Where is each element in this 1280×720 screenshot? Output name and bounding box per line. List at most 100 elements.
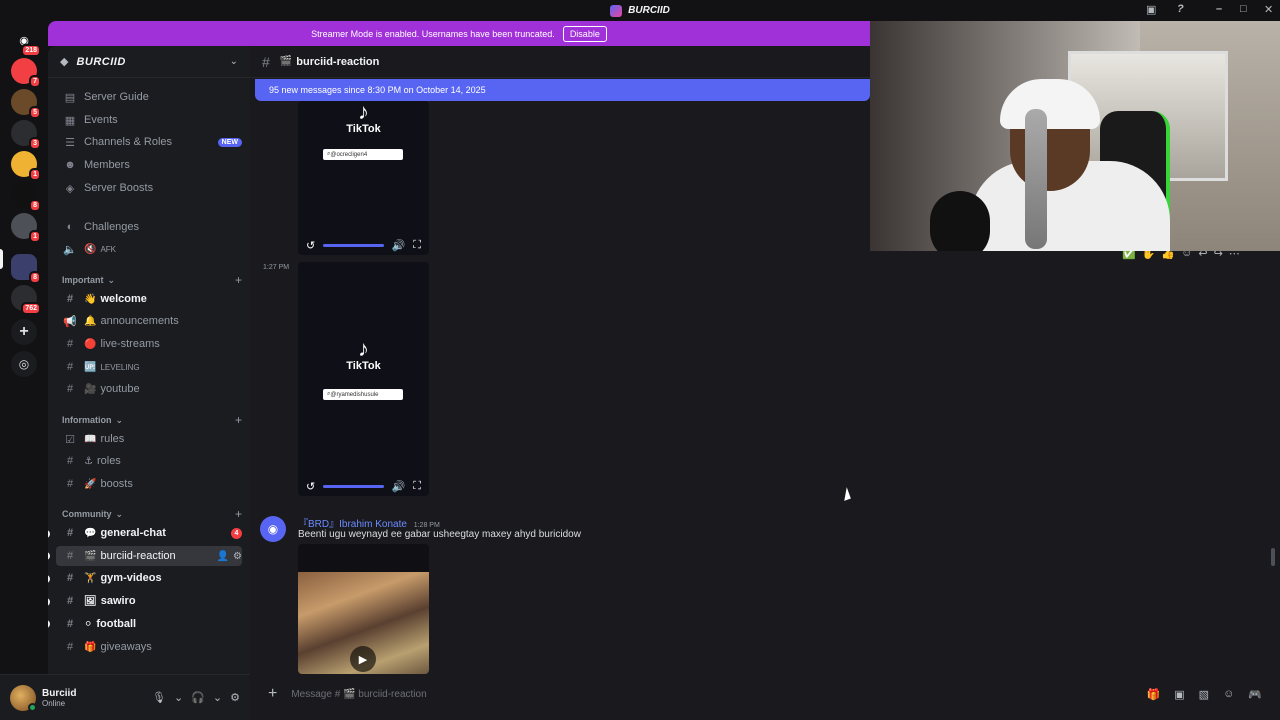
webcam-overlay bbox=[870, 21, 1280, 251]
sidebar-item-members[interactable]: ☻ Members bbox=[56, 155, 242, 175]
disable-streamer-mode-button[interactable]: Disable bbox=[562, 25, 607, 42]
chevron-down-icon[interactable]: ⌄ bbox=[174, 691, 183, 704]
inbox-icon[interactable]: ▣ bbox=[1146, 3, 1156, 16]
channel-leveling[interactable]: # 🆙 LEVELING bbox=[56, 357, 242, 377]
server-icon[interactable]: 1 bbox=[11, 151, 41, 181]
channel-football[interactable]: # ⚪ football bbox=[56, 614, 242, 634]
message-content: Beenti ugu weynayd ee gabar usheegtay ma… bbox=[298, 529, 581, 540]
channel-general-chat[interactable]: # 💬 general-chat 4 bbox=[56, 523, 242, 543]
message-timestamp: 1:28 PM bbox=[413, 522, 440, 529]
video-controls: ↺ 🔊 ⛶ bbox=[298, 235, 429, 255]
hash-icon: # bbox=[66, 527, 74, 539]
server-icon[interactable]: 5 bbox=[11, 89, 41, 119]
add-channel-icon[interactable]: + bbox=[235, 507, 242, 521]
close-icon[interactable]: ✕ bbox=[1264, 3, 1273, 16]
emoji-icon[interactable]: ☺ bbox=[1223, 688, 1234, 701]
sidebar-item-challenges[interactable]: ◐ Challenges bbox=[56, 217, 242, 237]
channel-live-streams[interactable]: # 🔴 live-streams bbox=[56, 334, 242, 354]
invite-icon[interactable]: 👤 bbox=[217, 551, 229, 562]
channel-label: LEVELING bbox=[100, 362, 140, 372]
volume-slider[interactable] bbox=[323, 484, 384, 488]
user-settings-gear-icon[interactable]: ⚙ bbox=[230, 691, 240, 704]
avatar[interactable]: ◉ bbox=[260, 516, 286, 542]
video-controls: ↺ 🔊 ⛶ bbox=[298, 476, 429, 496]
channel-welcome[interactable]: # 👋 welcome bbox=[56, 289, 242, 309]
gear-icon[interactable]: ⚙ bbox=[233, 551, 242, 562]
server-icon-burciid[interactable]: 8 bbox=[11, 254, 41, 284]
new-badge: NEW bbox=[217, 137, 242, 147]
sticker-icon[interactable]: ▧ bbox=[1199, 688, 1209, 701]
scrollbar[interactable] bbox=[1271, 548, 1275, 566]
channel-emoji: 🔴 bbox=[84, 338, 97, 350]
channel-gym-videos[interactable]: # 🏋 gym-videos bbox=[56, 568, 242, 588]
sidebar-item-events[interactable]: ▦ Events bbox=[56, 110, 242, 130]
channel-announcements[interactable]: 📢 🔔 announcements bbox=[56, 311, 242, 331]
microphone-icon[interactable]: 🎙 bbox=[152, 691, 166, 704]
avatar[interactable] bbox=[10, 684, 37, 712]
video-attachment[interactable]: ♪ TikTok ⌕ @ocrecligen4 ↺ 🔊 ⛶ bbox=[298, 101, 429, 255]
server-badge: 762 bbox=[21, 302, 41, 315]
server-icon[interactable]: 3 bbox=[11, 120, 41, 150]
tiktok-note-icon: ♪ bbox=[358, 101, 369, 124]
gift-icon[interactable]: 🎁 bbox=[1147, 688, 1161, 701]
video-attachment[interactable]: ♪ TikTok ⌕ @ryamedishusule ↺ 🔊 ⛶ bbox=[298, 262, 429, 496]
hash-icon: # bbox=[66, 478, 74, 490]
chevron-down-icon[interactable]: ⌄ bbox=[213, 691, 222, 704]
add-channel-icon[interactable]: + bbox=[235, 273, 242, 287]
channel-label: youtube bbox=[100, 383, 140, 395]
video-attachment[interactable]: ▶ bbox=[298, 544, 429, 674]
fullscreen-icon[interactable]: ⛶ bbox=[413, 239, 421, 252]
channel-sawiro[interactable]: # 🖼 sawiro bbox=[56, 591, 242, 611]
maximize-icon[interactable]: □ bbox=[1240, 3, 1247, 15]
help-icon[interactable]: ? bbox=[1177, 3, 1184, 15]
server-icon[interactable]: 762 bbox=[11, 285, 41, 315]
channel-youtube[interactable]: # 🎥 youtube bbox=[56, 379, 242, 399]
streamer-mode-text: Streamer Mode is enabled. Usernames have… bbox=[311, 28, 555, 39]
volume-icon[interactable]: 🔊 bbox=[392, 239, 406, 252]
volume-slider[interactable] bbox=[323, 243, 384, 247]
apps-icon[interactable]: 🎮 bbox=[1248, 688, 1262, 701]
channel-label: giveaways bbox=[100, 641, 152, 653]
server-icon[interactable]: 1 bbox=[11, 213, 41, 243]
username: Burciid bbox=[42, 687, 77, 699]
channel-emoji: 📖 bbox=[84, 433, 97, 445]
add-channel-icon[interactable]: + bbox=[235, 413, 242, 427]
calendar-icon: ▦ bbox=[64, 114, 76, 127]
app-logo-icon bbox=[610, 4, 623, 17]
direct-messages-button[interactable]: ◉ 218 bbox=[11, 27, 41, 57]
category-information[interactable]: Information ⌄ + bbox=[62, 412, 242, 428]
voice-channel-afk[interactable]: 🔈 🔇 AFK bbox=[56, 239, 242, 259]
sidebar-item-server-boosts[interactable]: ◈ Server Boosts bbox=[56, 178, 242, 198]
server-badge: 1 bbox=[29, 230, 41, 243]
online-status-icon bbox=[28, 702, 37, 712]
category-community[interactable]: Community ⌄ + bbox=[62, 506, 242, 522]
guild-header[interactable]: ◆ BURCIID ⌄ bbox=[48, 46, 250, 78]
server-icon[interactable]: 7 bbox=[11, 58, 41, 88]
sidebar-item-channels-roles[interactable]: ☰ Channels & Roles NEW bbox=[56, 132, 242, 152]
discover-icon[interactable]: ◎ bbox=[11, 351, 37, 377]
new-messages-bar[interactable]: 95 new messages since 8:30 PM on October… bbox=[255, 79, 870, 101]
minimize-icon[interactable]: – bbox=[1216, 3, 1222, 15]
play-icon[interactable]: ▶ bbox=[350, 646, 376, 672]
volume-icon[interactable]: 🔊 bbox=[392, 480, 406, 493]
message-composer[interactable]: + Message # 🎬 burciid-reaction 🎁 ▣ ▧ ☺ 🎮 bbox=[258, 680, 1272, 708]
fullscreen-icon[interactable]: ⛶ bbox=[413, 480, 421, 493]
channel-giveaways[interactable]: # 🎁 giveaways bbox=[56, 637, 242, 657]
channel-boosts[interactable]: # 🚀 boosts bbox=[56, 474, 242, 494]
headphones-icon[interactable]: 🎧 bbox=[191, 691, 205, 704]
message-input[interactable]: Message # 🎬 burciid-reaction bbox=[291, 689, 426, 700]
attach-plus-icon[interactable]: + bbox=[268, 685, 277, 703]
sidebar-item-server-guide[interactable]: ▤ Server Guide bbox=[56, 87, 242, 107]
tiktok-handle: @ocrecligen4 bbox=[330, 151, 368, 158]
channel-roles[interactable]: # ⚓ roles bbox=[56, 451, 242, 471]
replay-icon[interactable]: ↺ bbox=[306, 239, 315, 252]
add-server-icon[interactable]: + bbox=[11, 319, 37, 345]
replay-icon[interactable]: ↺ bbox=[306, 480, 315, 493]
streamer-mode-banner: Streamer Mode is enabled. Usernames have… bbox=[48, 21, 870, 46]
channel-burciid-reaction[interactable]: # 🎬 burciid-reaction 👤 ⚙ bbox=[56, 546, 242, 566]
hash-icon: # bbox=[66, 383, 74, 395]
server-icon[interactable]: 8 bbox=[11, 182, 41, 212]
category-important[interactable]: Important ⌄ + bbox=[62, 272, 242, 288]
gif-icon[interactable]: ▣ bbox=[1174, 688, 1184, 701]
channel-rules[interactable]: ☑ 📖 rules bbox=[56, 429, 242, 449]
